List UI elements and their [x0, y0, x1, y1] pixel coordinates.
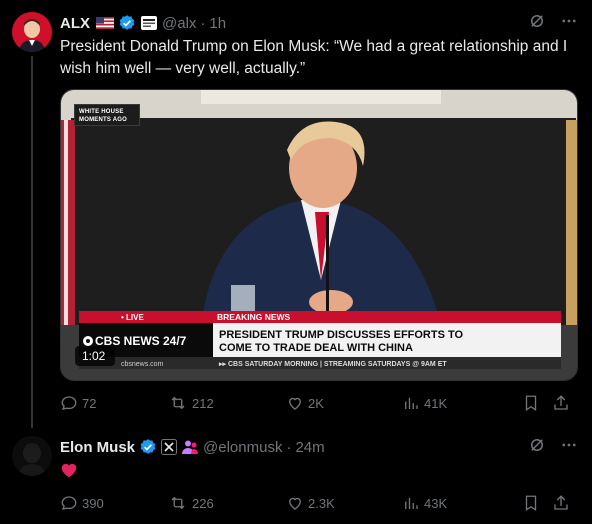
reply-count: 72 — [82, 395, 97, 411]
ticker-text: ▸▸ CBS SATURDAY MORNING | STREAMING SATU… — [218, 361, 447, 368]
repost-count: 226 — [192, 495, 214, 511]
breaking-label: BREAKING NEWS — [217, 312, 291, 322]
display-name[interactable]: ALX — [60, 15, 90, 32]
grok-icon[interactable] — [528, 436, 546, 458]
overlay-label-line2: MOMENTS AGO — [79, 117, 127, 123]
bookmark-button[interactable] — [522, 394, 552, 412]
overlay-label-line1: WHITE HOUSE — [79, 109, 124, 115]
heart-emoji-icon — [61, 463, 77, 478]
verified-icon[interactable] — [139, 438, 157, 456]
timestamp[interactable]: 24m — [295, 439, 324, 456]
video-duration: 1:02 — [82, 349, 106, 363]
network-name: CBS NEWS 24/7 — [95, 334, 187, 348]
share-icon — [554, 395, 568, 410]
view-count: 41K — [424, 395, 448, 411]
like-button[interactable]: 2.3K — [286, 494, 402, 512]
tweet-text: ❤️ — [60, 462, 78, 483]
flag-icon — [96, 17, 114, 29]
timestamp[interactable]: 1h — [209, 15, 226, 32]
repost-count: 212 — [192, 395, 214, 411]
tweet-header: ALX @alx · 1h — [60, 12, 578, 34]
reply-button[interactable]: 390 — [60, 494, 168, 512]
white-house-label: WHITE HOUSE MOMENTS AGO — [74, 104, 140, 126]
website-label: cbsnews.com — [121, 361, 164, 368]
video-frame: • LIVE BREAKING NEWS PRESIDENT TRUMP DIS… — [61, 90, 577, 380]
repost-button[interactable]: 226 — [168, 494, 286, 512]
avatar[interactable] — [12, 436, 52, 476]
like-button[interactable]: 2K — [286, 394, 402, 412]
bookmark-icon — [525, 395, 537, 412]
tweet-header: Elon Musk @elonmusk · 24m — [60, 436, 578, 458]
repost-icon — [171, 396, 185, 410]
more-options-icon[interactable] — [560, 436, 578, 458]
share-button[interactable] — [552, 494, 572, 512]
tweet-actions: 390 226 2.3K 43K — [60, 491, 580, 515]
bookmark-icon — [525, 495, 537, 512]
more-options-icon[interactable] — [560, 12, 578, 34]
tweet-text: President Donald Trump on Elon Musk: “We… — [60, 38, 568, 77]
user-handle[interactable]: @elonmusk — [203, 439, 282, 456]
people-icon[interactable] — [181, 439, 199, 455]
verified-icon[interactable] — [118, 14, 136, 32]
tweet-alx[interactable]: ALX @alx · 1h President Donald Trump on … — [0, 0, 592, 428]
share-button[interactable] — [552, 394, 572, 412]
share-icon — [554, 495, 568, 510]
video-player[interactable]: • LIVE BREAKING NEWS PRESIDENT TRUMP DIS… — [60, 89, 578, 381]
like-count: 2K — [308, 395, 324, 411]
heart-icon — [289, 397, 301, 410]
avatar[interactable] — [12, 12, 52, 52]
heart-icon — [289, 497, 301, 510]
grok-icon[interactable] — [528, 12, 546, 34]
views-button[interactable]: 41K — [402, 394, 522, 412]
repost-button[interactable]: 212 — [168, 394, 286, 412]
headline-line2: COME TO TRADE DEAL WITH CHINA — [219, 342, 413, 354]
like-count: 2.3K — [308, 495, 335, 511]
headline-line1: PRESIDENT TRUMP DISCUSSES EFFORTS TO — [219, 329, 464, 341]
views-button[interactable]: 43K — [402, 494, 522, 512]
bookmark-button[interactable] — [522, 494, 552, 512]
tweet-elonmusk[interactable]: Elon Musk @elonmusk · 24m ❤️ 390 — [0, 428, 592, 524]
display-name[interactable]: Elon Musk — [60, 439, 135, 456]
views-icon — [405, 497, 418, 509]
reply-icon — [61, 496, 77, 510]
reply-button[interactable]: 72 — [60, 394, 168, 412]
tweet-actions: 72 212 2K 41K — [60, 391, 580, 415]
separator-dot: · — [286, 438, 292, 456]
live-label: • LIVE — [121, 313, 144, 322]
reply-count: 390 — [82, 495, 104, 511]
x-affiliate-icon[interactable] — [161, 439, 178, 455]
user-handle[interactable]: @alx — [162, 15, 196, 32]
view-count: 43K — [424, 495, 448, 511]
affiliate-logo-icon[interactable] — [140, 15, 158, 31]
reply-icon — [61, 396, 77, 410]
thread-connector — [31, 56, 33, 428]
views-icon — [405, 397, 418, 409]
separator-dot: · — [200, 14, 206, 32]
repost-icon — [171, 496, 185, 510]
